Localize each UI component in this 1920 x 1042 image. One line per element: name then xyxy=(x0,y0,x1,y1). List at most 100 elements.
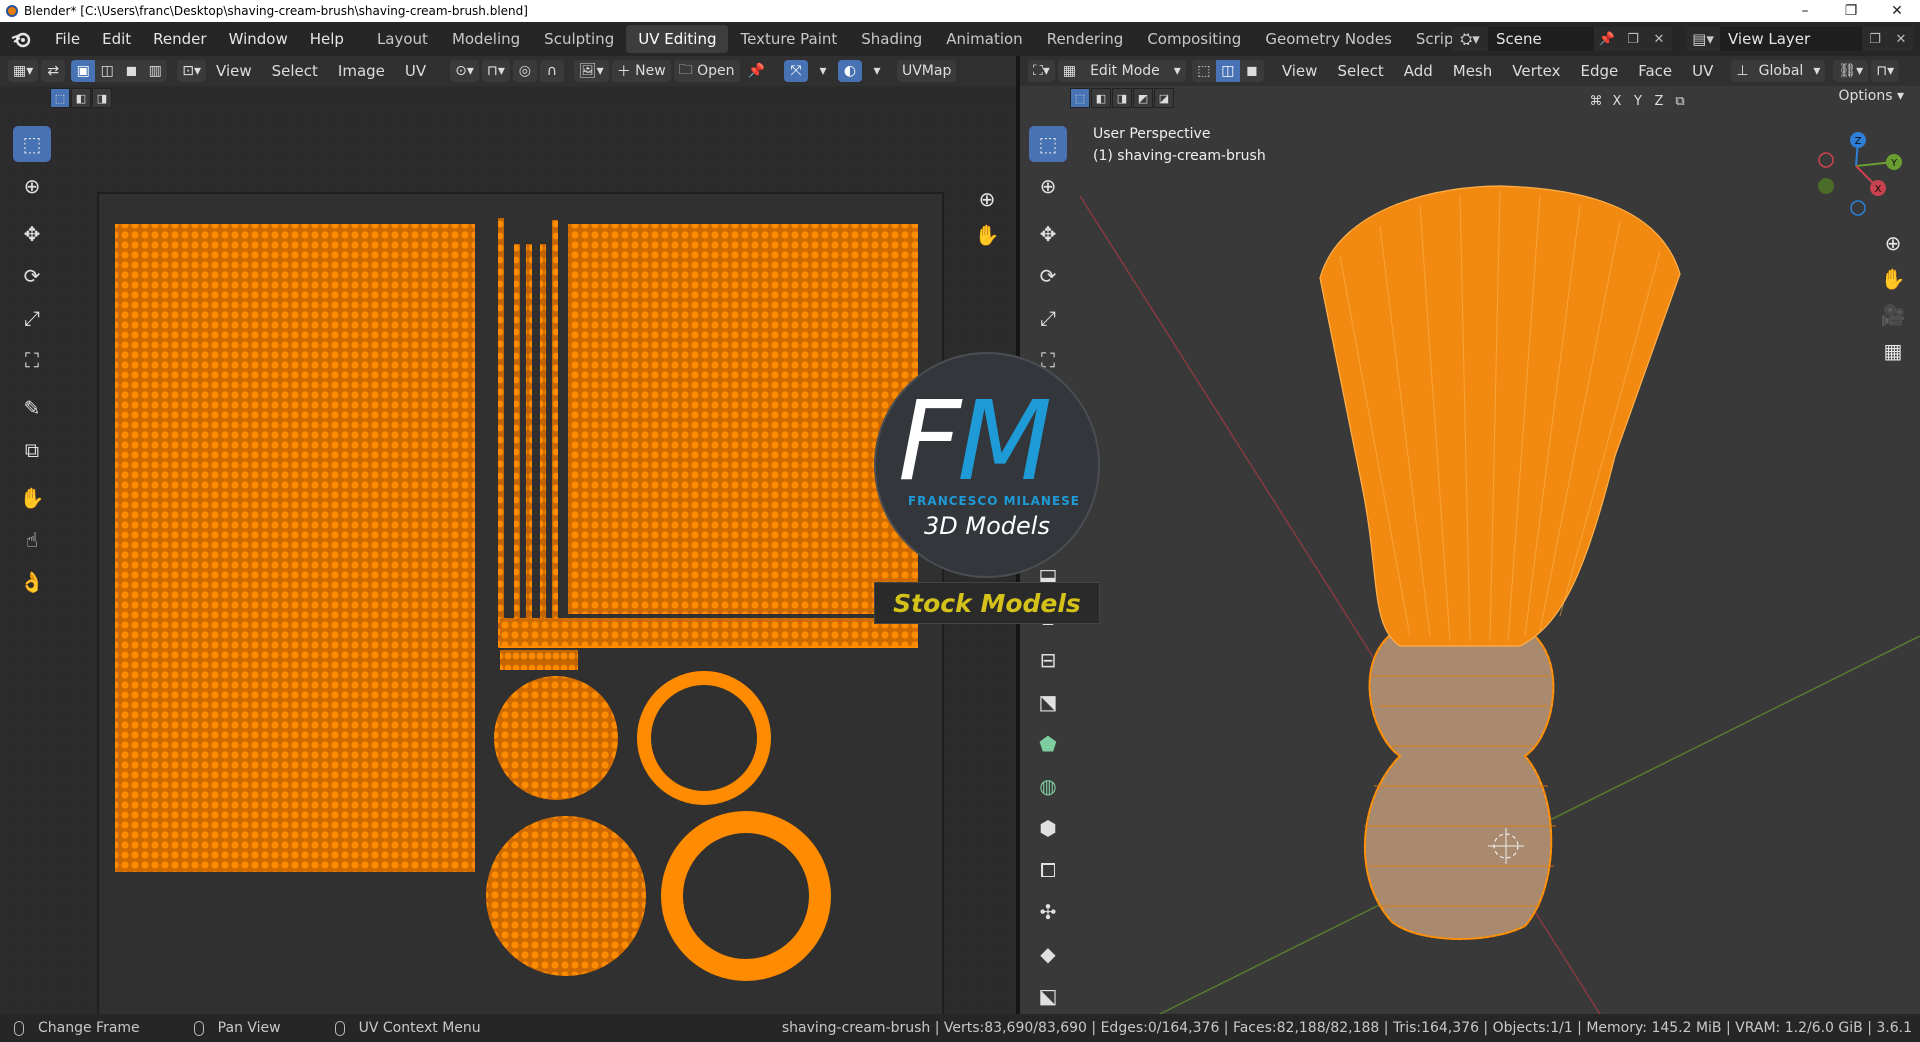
editor-type-icon[interactable]: ▦▾ xyxy=(8,60,39,82)
tab-uv-editing[interactable]: UV Editing xyxy=(626,25,729,53)
new-scene-icon[interactable]: ❐ xyxy=(1620,27,1646,51)
ortho-toggle-icon[interactable]: ▦ xyxy=(1876,334,1910,368)
select-subtract-icon[interactable]: ◨ xyxy=(92,88,112,108)
view-layer-icon[interactable]: ▤▾ xyxy=(1686,27,1720,51)
delete-scene-icon[interactable]: ✕ xyxy=(1646,27,1672,51)
restore-button[interactable]: ❐ xyxy=(1828,0,1874,22)
vp-menu-mesh[interactable]: Mesh xyxy=(1443,62,1503,80)
vertex-mode-icon[interactable]: ⬚ xyxy=(1191,60,1216,82)
tab-texture-paint[interactable]: Texture Paint xyxy=(728,25,849,53)
scale-tool-icon[interactable]: ⤢ xyxy=(13,300,51,336)
gizmo-dropdown-icon[interactable]: ▾ xyxy=(811,60,835,82)
tab-shading[interactable]: Shading xyxy=(849,25,934,53)
select-extend-icon[interactable]: ◧ xyxy=(71,88,91,108)
edge-select-icon[interactable]: ◫ xyxy=(95,60,120,82)
vp-menu-face[interactable]: Face xyxy=(1628,62,1682,80)
vp-menu-select[interactable]: Select xyxy=(1327,62,1393,80)
orientation-selector[interactable]: ⊥ Global ▾ xyxy=(1731,60,1826,82)
island-select-icon[interactable]: ▥ xyxy=(143,60,168,82)
rip-tool-icon[interactable]: ⬕ xyxy=(1029,978,1067,1014)
select-new-icon[interactable]: ⬚ xyxy=(50,88,70,108)
shear-tool-icon[interactable]: ◆ xyxy=(1029,936,1067,972)
select-box-tool-icon[interactable]: ⬚ xyxy=(13,126,51,162)
move-tool-icon[interactable]: ✥ xyxy=(13,216,51,252)
vp-move-tool-icon[interactable]: ✥ xyxy=(1029,216,1067,252)
options-dropdown[interactable]: Options ▾ xyxy=(1830,88,1912,110)
uvmap-selector[interactable]: UVMap xyxy=(896,60,957,82)
blender-menu-icon[interactable] xyxy=(10,28,32,50)
new-view-layer-icon[interactable]: ❐ xyxy=(1862,27,1888,51)
rotate-tool-icon[interactable]: ⟳ xyxy=(13,258,51,294)
tab-layout[interactable]: Layout xyxy=(365,25,440,53)
overlay-dropdown-icon[interactable]: ▾ xyxy=(865,60,889,82)
menu-edit[interactable]: Edit xyxy=(91,30,142,48)
viewport-editor-type-icon[interactable]: ⛶▾ xyxy=(1028,60,1055,82)
vp-select-intersect-icon[interactable]: ◪ xyxy=(1154,88,1174,108)
pan-hand-icon[interactable]: ✋ xyxy=(970,218,1004,252)
close-button[interactable]: ✕ xyxy=(1874,0,1920,22)
annotate-tool-icon[interactable]: ✎ xyxy=(13,390,51,426)
vp-zoom-icon[interactable]: ⊕ xyxy=(1876,226,1910,260)
knife-tool-icon[interactable]: ⬔ xyxy=(1029,684,1067,720)
view-layer-name-field[interactable]: View Layer xyxy=(1720,27,1862,51)
vp-menu-edge[interactable]: Edge xyxy=(1570,62,1628,80)
vp-menu-vertex[interactable]: Vertex xyxy=(1502,62,1570,80)
transform-tool-icon[interactable]: ⛶ xyxy=(13,342,51,378)
vp-menu-uv[interactable]: UV xyxy=(1682,62,1723,80)
loop-cut-tool-icon[interactable]: ⊟ xyxy=(1029,642,1067,678)
scene-name-field[interactable]: Scene xyxy=(1488,27,1594,51)
tab-geometry-nodes[interactable]: Geometry Nodes xyxy=(1253,25,1404,53)
menu-help[interactable]: Help xyxy=(299,30,355,48)
mirror-x-toggle[interactable]: X xyxy=(1607,91,1627,111)
gizmo-toggle-icon[interactable]: ⤧ xyxy=(783,60,808,82)
tab-rendering[interactable]: Rendering xyxy=(1035,25,1136,53)
uv-menu-select[interactable]: Select xyxy=(262,62,328,80)
delete-view-layer-icon[interactable]: ✕ xyxy=(1888,27,1914,51)
vp-select-subtract-icon[interactable]: ◨ xyxy=(1112,88,1132,108)
navigation-gizmo[interactable]: Z Y X xyxy=(1818,132,1902,216)
vp-select-invert-icon[interactable]: ◩ xyxy=(1133,88,1153,108)
menu-render[interactable]: Render xyxy=(142,30,217,48)
vp-menu-add[interactable]: Add xyxy=(1394,62,1443,80)
tab-compositing[interactable]: Compositing xyxy=(1135,25,1253,53)
scene-icon[interactable]: ⛭▾ xyxy=(1452,27,1488,51)
shrink-fatten-tool-icon[interactable]: ✣ xyxy=(1029,894,1067,930)
snapping-icon[interactable]: ⊓▾ xyxy=(1871,60,1900,82)
zoom-icon[interactable]: ⊕ xyxy=(970,182,1004,216)
tab-modeling[interactable]: Modeling xyxy=(440,25,532,53)
pivot-point-icon[interactable]: ⛓▾ xyxy=(1833,60,1869,82)
overlay-toggle-icon[interactable]: ◐ xyxy=(837,60,862,82)
mode-selector[interactable]: ▦ Edit Mode ▾ xyxy=(1057,60,1186,82)
vp-scale-tool-icon[interactable]: ⤢ xyxy=(1029,300,1067,336)
topology-mirror-icon[interactable]: ⧉ xyxy=(1670,91,1690,111)
edge-slide-tool-icon[interactable]: ⧠ xyxy=(1029,852,1067,888)
tab-animation[interactable]: Animation xyxy=(934,25,1034,53)
vp-pan-hand-icon[interactable]: ✋ xyxy=(1876,262,1910,296)
edge-mode-icon[interactable]: ◫ xyxy=(1215,60,1240,82)
pinch-tool-icon[interactable]: 👌 xyxy=(13,564,51,600)
sticky-selection-icon[interactable]: ⊡▾ xyxy=(177,60,207,82)
sync-selection-icon[interactable]: ⇄ xyxy=(41,60,66,82)
vp-select-new-icon[interactable]: ⬚ xyxy=(1070,88,1090,108)
vp-rotate-tool-icon[interactable]: ⟳ xyxy=(1029,258,1067,294)
vp-select-extend-icon[interactable]: ◧ xyxy=(1091,88,1111,108)
face-mode-icon[interactable]: ◼ xyxy=(1239,60,1264,82)
mirror-z-toggle[interactable]: Z xyxy=(1649,91,1669,111)
vp-cursor-tool-icon[interactable]: ⊕ xyxy=(1029,168,1067,204)
tab-sculpting[interactable]: Sculpting xyxy=(532,25,626,53)
image-browse-icon[interactable]: 🖼▾ xyxy=(573,60,609,82)
pin-icon[interactable]: 📌 xyxy=(1594,27,1620,51)
poly-build-tool-icon[interactable]: ⬟ xyxy=(1029,726,1067,762)
menu-file[interactable]: File xyxy=(44,30,91,48)
spin-tool-icon[interactable]: ◍ xyxy=(1029,768,1067,804)
grab-tool-icon[interactable]: ✋ xyxy=(13,480,51,516)
minimize-button[interactable]: – xyxy=(1782,0,1828,22)
vertex-select-icon[interactable]: ▣ xyxy=(71,60,96,82)
pin-image-icon[interactable]: 📌 xyxy=(743,60,770,82)
3d-viewport-canvas[interactable]: Z Y X xyxy=(1020,56,1920,1014)
uv-canvas[interactable]: ⊕ ✋ xyxy=(0,110,1016,1014)
camera-view-icon[interactable]: 🎥 xyxy=(1876,298,1910,332)
proportional-edit-icon[interactable]: ◎ xyxy=(512,60,537,82)
vp-select-box-tool-icon[interactable]: ⬚ xyxy=(1029,126,1067,162)
smooth-tool-icon[interactable]: ⬢ xyxy=(1029,810,1067,846)
